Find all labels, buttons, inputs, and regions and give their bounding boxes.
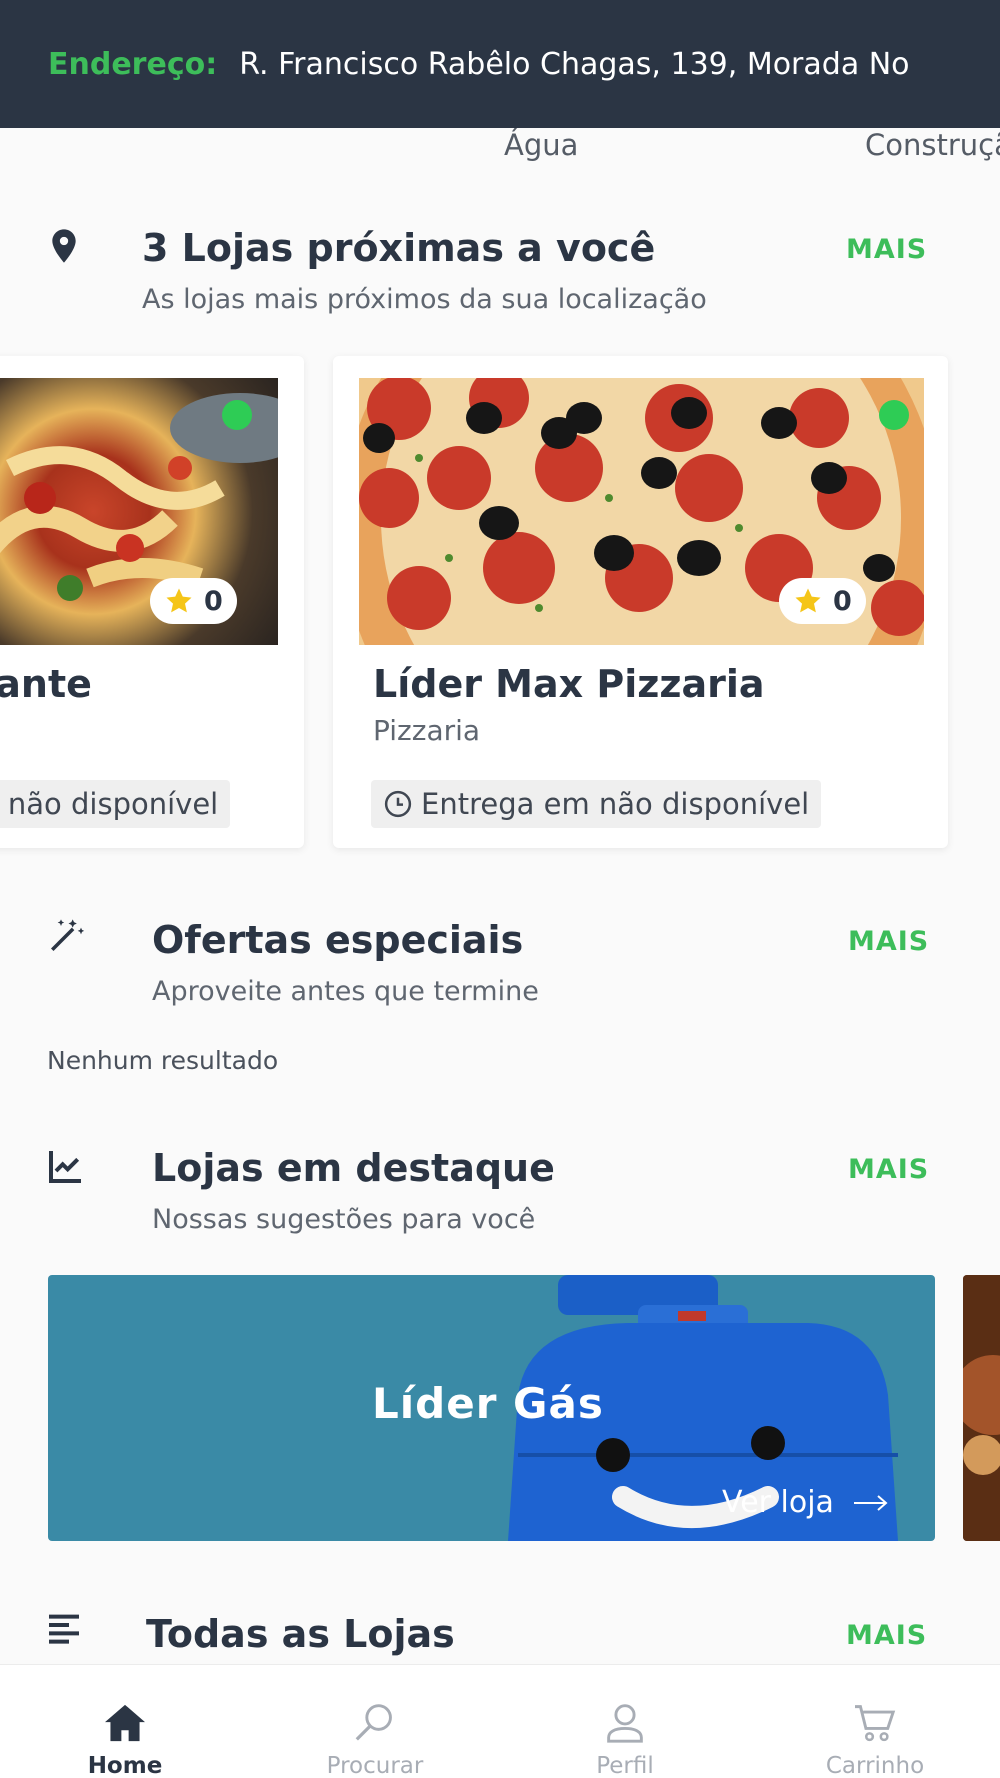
nearby-more-link[interactable]: MAIS bbox=[846, 234, 927, 265]
view-store-link[interactable]: Ver loja bbox=[722, 1485, 890, 1520]
view-store-label: Ver loja bbox=[722, 1485, 834, 1520]
nav-profile[interactable]: Perfil bbox=[500, 1665, 750, 1778]
offers-subtitle: Aproveite antes que termine bbox=[152, 976, 539, 1007]
map-pin-icon bbox=[52, 229, 76, 263]
delivery-text: Entrega em não disponível bbox=[421, 787, 810, 821]
nearby-title: 3 Lojas próximas a você bbox=[142, 226, 656, 270]
store-name: Líder Max Pizzaria bbox=[373, 662, 765, 706]
trending-chart-icon bbox=[49, 1151, 81, 1183]
offers-empty-message: Nenhum resultado bbox=[47, 1046, 279, 1075]
nav-home-label: Home bbox=[87, 1753, 163, 1778]
nav-home[interactable]: Home bbox=[0, 1665, 250, 1778]
open-status-dot bbox=[222, 400, 252, 430]
list-lines-icon bbox=[49, 1614, 79, 1644]
store-card[interactable]: 0 Líder Max Pizzaria Pizzaria Entrega em… bbox=[333, 356, 948, 848]
store-image: 0 bbox=[359, 378, 924, 645]
search-icon bbox=[355, 1704, 392, 1741]
address-bar[interactable]: Endereço: R. Francisco Rabêlo Chagas, 13… bbox=[0, 0, 1000, 128]
featured-title: Lojas em destaque bbox=[152, 1146, 555, 1190]
nav-cart-label: Carrinho bbox=[825, 1753, 925, 1778]
all-stores-more-link[interactable]: MAIS bbox=[846, 1620, 927, 1651]
star-icon bbox=[795, 588, 821, 613]
bottom-navigation: Home Procurar Perfil Carrinho bbox=[0, 1664, 1000, 1778]
featured-store-banner[interactable]: Líder Gás Ver loja bbox=[48, 1275, 935, 1541]
nav-search-label: Procurar bbox=[326, 1753, 424, 1778]
store-name: Restaurante bbox=[0, 662, 92, 706]
address-value: R. Francisco Rabêlo Chagas, 139, Morada … bbox=[239, 46, 910, 82]
all-stores-title: Todas as Lojas bbox=[146, 1612, 455, 1656]
magic-wand-icon bbox=[51, 919, 85, 951]
category-strip: Água Construção bbox=[0, 128, 1000, 168]
arrow-right-icon bbox=[853, 1494, 888, 1511]
address-label: Endereço: bbox=[48, 46, 218, 82]
delivery-chip: Entrega em não disponível bbox=[0, 780, 231, 828]
star-icon bbox=[166, 588, 192, 613]
store-card[interactable]: 0 Restaurante Entrega em não disponível bbox=[0, 356, 304, 848]
store-category: Pizzaria bbox=[373, 714, 481, 747]
offers-title: Ofertas especiais bbox=[152, 918, 524, 962]
nav-search[interactable]: Procurar bbox=[250, 1665, 500, 1778]
rating-badge: 0 bbox=[779, 578, 866, 624]
rating-badge: 0 bbox=[150, 578, 237, 624]
category-label-construcao[interactable]: Construção bbox=[865, 128, 1000, 162]
store-image: 0 bbox=[0, 378, 278, 645]
food-image bbox=[963, 1275, 1000, 1541]
featured-subtitle: Nossas sugestões para você bbox=[152, 1204, 536, 1235]
offers-more-link[interactable]: MAIS bbox=[848, 926, 929, 957]
nearby-subtitle: As lojas mais próximos da sua localizaçã… bbox=[142, 284, 707, 315]
category-label-agua[interactable]: Água bbox=[504, 128, 578, 162]
cart-icon bbox=[855, 1705, 896, 1742]
rating-value: 0 bbox=[204, 585, 223, 617]
user-icon bbox=[607, 1704, 643, 1743]
open-status-dot bbox=[879, 400, 909, 430]
clock-icon bbox=[384, 790, 412, 818]
banner-store-name: Líder Gás bbox=[372, 1379, 604, 1428]
featured-store-banner-next[interactable] bbox=[963, 1275, 1000, 1541]
nav-cart[interactable]: Carrinho bbox=[750, 1665, 1000, 1778]
featured-more-link[interactable]: MAIS bbox=[848, 1154, 929, 1185]
rating-value: 0 bbox=[833, 585, 852, 617]
nav-profile-label: Perfil bbox=[596, 1753, 654, 1778]
delivery-text: Entrega em não disponível bbox=[0, 787, 219, 821]
home-icon bbox=[105, 1704, 145, 1742]
delivery-chip: Entrega em não disponível bbox=[371, 780, 822, 828]
